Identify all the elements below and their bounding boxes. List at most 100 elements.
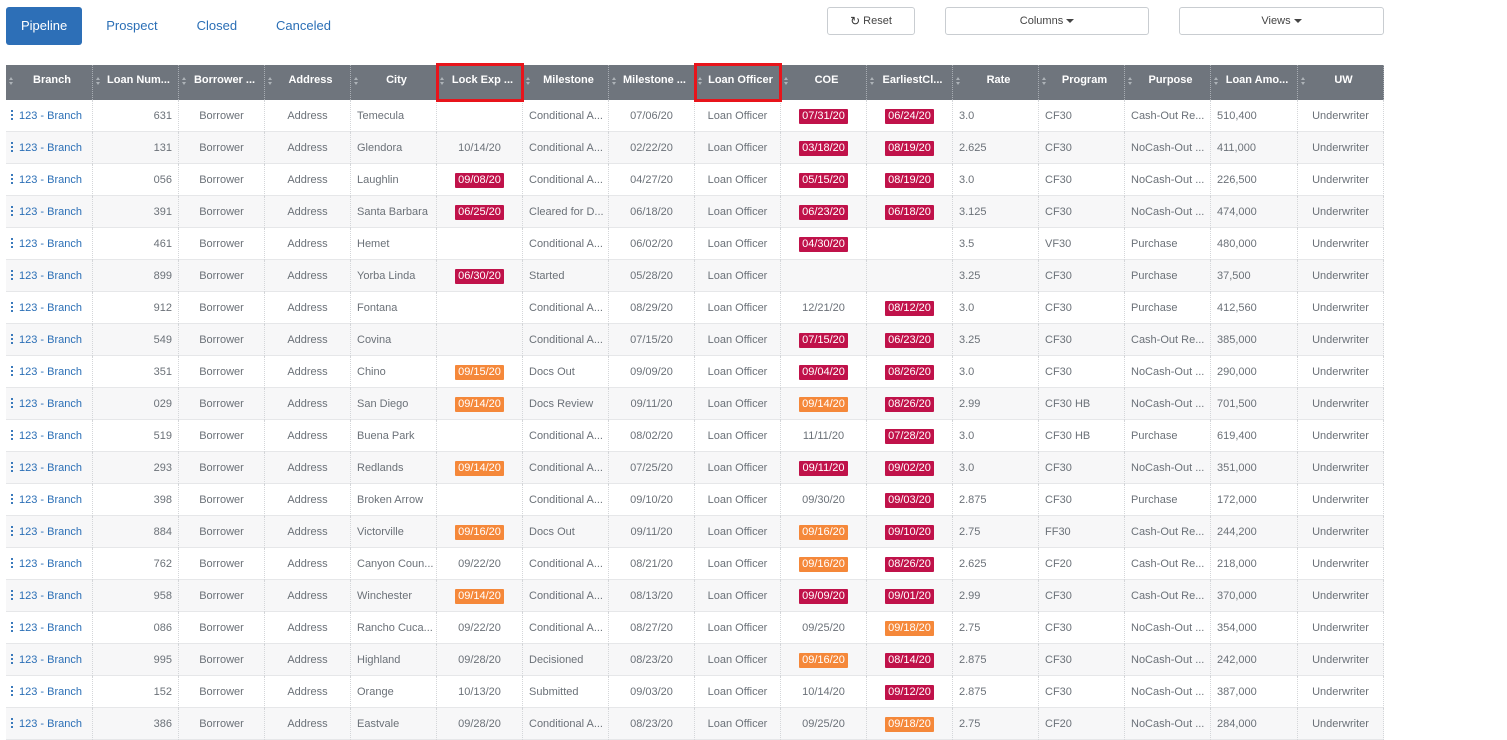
- branch-link[interactable]: 123 - Branch: [19, 590, 82, 602]
- row-menu-icon[interactable]: [11, 461, 13, 472]
- table-row[interactable]: 123 - Branch 631 Borrower Address Temecula Co…: [6, 100, 1384, 132]
- row-menu-icon[interactable]: [11, 109, 13, 120]
- branch-link[interactable]: 123 - Branch: [19, 142, 82, 154]
- table-row[interactable]: 123 - Branch 912 Borrower Address Fontana Con…: [6, 292, 1384, 324]
- table-row[interactable]: 123 - Branch 293 Borrower Address Redlands 09…: [6, 452, 1384, 484]
- cell-branch[interactable]: 123 - Branch: [6, 420, 93, 452]
- column-header-address[interactable]: Address: [265, 65, 351, 100]
- tab-prospect[interactable]: Prospect: [91, 7, 172, 45]
- row-menu-icon[interactable]: [11, 717, 13, 728]
- branch-link[interactable]: 123 - Branch: [19, 430, 82, 442]
- cell-branch[interactable]: 123 - Branch: [6, 580, 93, 612]
- column-header-loan-num[interactable]: Loan Num...: [93, 65, 179, 100]
- branch-link[interactable]: 123 - Branch: [19, 206, 82, 218]
- cell-branch[interactable]: 123 - Branch: [6, 676, 93, 708]
- column-header-borrower[interactable]: Borrower ...: [179, 65, 265, 100]
- branch-link[interactable]: 123 - Branch: [19, 718, 82, 730]
- row-menu-icon[interactable]: [11, 429, 13, 440]
- table-row[interactable]: 123 - Branch 899 Borrower Address Yorba Lind…: [6, 260, 1384, 292]
- cell-branch[interactable]: 123 - Branch: [6, 516, 93, 548]
- branch-link[interactable]: 123 - Branch: [19, 654, 82, 666]
- branch-link[interactable]: 123 - Branch: [19, 302, 82, 314]
- row-menu-icon[interactable]: [11, 621, 13, 632]
- branch-link[interactable]: 123 - Branch: [19, 558, 82, 570]
- table-row[interactable]: 123 - Branch 086 Borrower Address Rancho Cuc…: [6, 612, 1384, 644]
- row-menu-icon[interactable]: [11, 301, 13, 312]
- column-header-milestone[interactable]: Milestone: [523, 65, 609, 100]
- column-header-loan-officer[interactable]: Loan Officer: [695, 65, 781, 100]
- cell-branch[interactable]: 123 - Branch: [6, 228, 93, 260]
- cell-branch[interactable]: 123 - Branch: [6, 292, 93, 324]
- row-menu-icon[interactable]: [11, 557, 13, 568]
- reset-button[interactable]: ↻ Reset: [827, 7, 915, 35]
- cell-branch[interactable]: 123 - Branch: [6, 708, 93, 740]
- branch-link[interactable]: 123 - Branch: [19, 238, 82, 250]
- cell-branch[interactable]: 123 - Branch: [6, 644, 93, 676]
- cell-branch[interactable]: 123 - Branch: [6, 164, 93, 196]
- views-dropdown-button[interactable]: Views: [1179, 7, 1384, 35]
- table-row[interactable]: 123 - Branch 461 Borrower Address Hemet Condi…: [6, 228, 1384, 260]
- table-row[interactable]: 123 - Branch 398 Borrower Address Broken Arr…: [6, 484, 1384, 516]
- table-row[interactable]: 123 - Branch 131 Borrower Address Glendora 10…: [6, 132, 1384, 164]
- branch-link[interactable]: 123 - Branch: [19, 494, 82, 506]
- branch-link[interactable]: 123 - Branch: [19, 270, 82, 282]
- row-menu-icon[interactable]: [11, 269, 13, 280]
- cell-branch[interactable]: 123 - Branch: [6, 484, 93, 516]
- branch-link[interactable]: 123 - Branch: [19, 366, 82, 378]
- table-row[interactable]: 123 - Branch 351 Borrower Address Chino 09/15…: [6, 356, 1384, 388]
- row-menu-icon[interactable]: [11, 493, 13, 504]
- branch-link[interactable]: 123 - Branch: [19, 174, 82, 186]
- row-menu-icon[interactable]: [11, 237, 13, 248]
- row-menu-icon[interactable]: [11, 365, 13, 376]
- row-menu-icon[interactable]: [11, 653, 13, 664]
- table-row[interactable]: 123 - Branch 056 Borrower Address Laughlin 09…: [6, 164, 1384, 196]
- table-row[interactable]: 123 - Branch 029 Borrower Address San Diego 0…: [6, 388, 1384, 420]
- row-menu-icon[interactable]: [11, 173, 13, 184]
- table-row[interactable]: 123 - Branch 958 Borrower Address Winchester…: [6, 580, 1384, 612]
- column-header-uw[interactable]: UW: [1298, 65, 1384, 100]
- column-header-purpose[interactable]: Purpose: [1125, 65, 1211, 100]
- column-header-rate[interactable]: Rate: [953, 65, 1039, 100]
- table-row[interactable]: 123 - Branch 884 Borrower Address Victorvill…: [6, 516, 1384, 548]
- branch-link[interactable]: 123 - Branch: [19, 462, 82, 474]
- cell-branch[interactable]: 123 - Branch: [6, 452, 93, 484]
- branch-link[interactable]: 123 - Branch: [19, 526, 82, 538]
- table-row[interactable]: 123 - Branch 995 Borrower Address Highland 09…: [6, 644, 1384, 676]
- tab-closed[interactable]: Closed: [182, 7, 252, 45]
- cell-branch[interactable]: 123 - Branch: [6, 356, 93, 388]
- cell-branch[interactable]: 123 - Branch: [6, 132, 93, 164]
- column-header-milestone-date[interactable]: Milestone ...: [609, 65, 695, 100]
- row-menu-icon[interactable]: [11, 205, 13, 216]
- table-row[interactable]: 123 - Branch 762 Borrower Address Canyon Cou…: [6, 548, 1384, 580]
- cell-branch[interactable]: 123 - Branch: [6, 100, 93, 132]
- column-header-lock-exp[interactable]: Lock Exp ...: [437, 65, 523, 100]
- cell-branch[interactable]: 123 - Branch: [6, 324, 93, 356]
- row-menu-icon[interactable]: [11, 525, 13, 536]
- columns-dropdown-button[interactable]: Columns: [945, 7, 1149, 35]
- column-header-program[interactable]: Program: [1039, 65, 1125, 100]
- table-row[interactable]: 123 - Branch 391 Borrower Address Santa Barb…: [6, 196, 1384, 228]
- tab-pipeline[interactable]: Pipeline: [6, 7, 83, 45]
- branch-link[interactable]: 123 - Branch: [19, 622, 82, 634]
- table-row[interactable]: 123 - Branch 152 Borrower Address Orange 10/1…: [6, 676, 1384, 708]
- branch-link[interactable]: 123 - Branch: [19, 686, 82, 698]
- tab-canceled[interactable]: Canceled: [261, 7, 346, 45]
- cell-branch[interactable]: 123 - Branch: [6, 260, 93, 292]
- row-menu-icon[interactable]: [11, 397, 13, 408]
- row-menu-icon[interactable]: [11, 141, 13, 152]
- cell-branch[interactable]: 123 - Branch: [6, 612, 93, 644]
- table-row[interactable]: 123 - Branch 519 Borrower Address Buena Park…: [6, 420, 1384, 452]
- cell-branch[interactable]: 123 - Branch: [6, 196, 93, 228]
- table-row[interactable]: 123 - Branch 386 Borrower Address Eastvale 09…: [6, 708, 1384, 740]
- row-menu-icon[interactable]: [11, 589, 13, 600]
- branch-link[interactable]: 123 - Branch: [19, 110, 82, 122]
- column-header-branch[interactable]: Branch: [6, 65, 93, 100]
- table-row[interactable]: 123 - Branch 549 Borrower Address Covina Cond…: [6, 324, 1384, 356]
- row-menu-icon[interactable]: [11, 685, 13, 696]
- column-header-city[interactable]: City: [351, 65, 437, 100]
- branch-link[interactable]: 123 - Branch: [19, 334, 82, 346]
- column-header-coe[interactable]: COE: [781, 65, 867, 100]
- branch-link[interactable]: 123 - Branch: [19, 398, 82, 410]
- row-menu-icon[interactable]: [11, 333, 13, 344]
- cell-branch[interactable]: 123 - Branch: [6, 388, 93, 420]
